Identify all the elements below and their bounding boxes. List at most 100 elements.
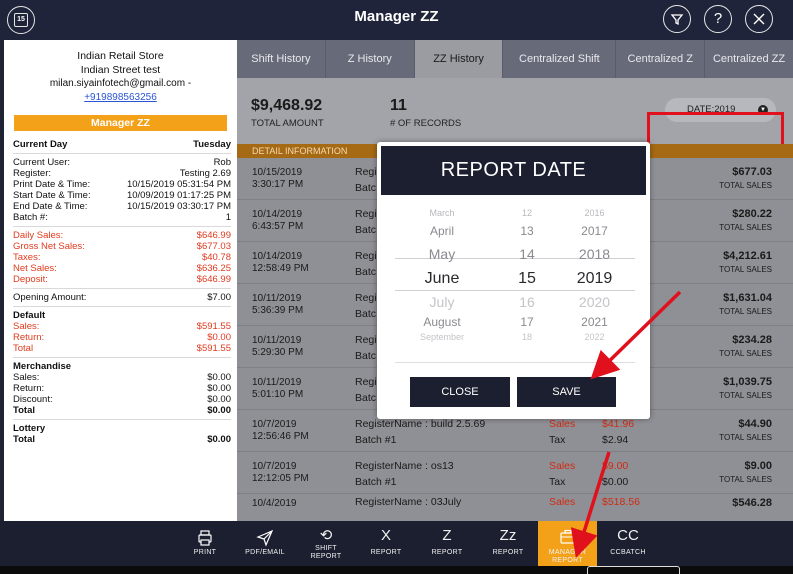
year-option[interactable]: 2021: [562, 315, 627, 329]
sales-label: Net Sales:: [13, 263, 57, 274]
info-value: 1: [225, 212, 231, 223]
divider: [13, 357, 231, 358]
record-time: 6:43:57 PM: [252, 221, 304, 232]
year-option[interactable]: 2017: [562, 224, 627, 238]
report-receipt-panel: Indian Retail Store Indian Street test m…: [4, 40, 237, 521]
default-row: Total $591.55: [4, 343, 237, 354]
merch-value: $0.00: [207, 383, 231, 394]
batch-number: Batc: [355, 392, 377, 404]
ccbatch-button[interactable]: CC CCBATCH: [606, 521, 650, 566]
total-label: TOTAL SALES: [719, 223, 772, 232]
close-button[interactable]: [745, 5, 773, 33]
close-icon: [752, 13, 766, 30]
record-sales-labels: Sales Tax: [549, 416, 575, 448]
tab-shift-history[interactable]: Shift History: [237, 40, 326, 78]
day-option[interactable]: 12: [507, 208, 547, 218]
record-total: $234.28 TOTAL SALES: [719, 334, 772, 358]
year-option[interactable]: 2020: [562, 294, 627, 310]
merch-row: Sales: $0.00: [4, 372, 237, 383]
zz-report-button[interactable]: Zz REPORT: [486, 521, 530, 566]
info-row: Register: Testing 2.69: [4, 168, 237, 179]
register-name: Regi: [355, 292, 377, 304]
shift-report-button[interactable]: ⟲ SHIFT REPORT: [304, 521, 348, 566]
manager-report-label: MANAGER REPORT: [548, 549, 587, 564]
month-option-selected[interactable]: June: [402, 270, 482, 288]
year-option[interactable]: 2016: [562, 208, 627, 218]
pdf-email-button[interactable]: PDF/EMAIL: [238, 521, 292, 566]
month-option[interactable]: May: [402, 246, 482, 262]
sales-row: Deposit: $646.99: [4, 274, 237, 285]
help-button[interactable]: ?: [704, 5, 732, 33]
day-option[interactable]: 16: [507, 294, 547, 310]
manager-report-button[interactable]: MANAGER REPORT: [538, 521, 597, 566]
month-option[interactable]: July: [402, 294, 482, 310]
total-label: TOTAL SALES: [719, 433, 772, 442]
year-option-selected[interactable]: 2019: [562, 270, 627, 288]
x-report-label: REPORT: [370, 549, 402, 556]
tab-zz-history[interactable]: ZZ History: [414, 40, 504, 78]
day-option[interactable]: 18: [507, 332, 547, 342]
printer-icon: [183, 525, 227, 549]
tab-z-history[interactable]: Z History: [326, 40, 415, 78]
total-value: $1,631.04: [723, 292, 772, 304]
day-option[interactable]: 17: [507, 315, 547, 329]
sales-row: Net Sales: $636.25: [4, 263, 237, 274]
record-datetime: 10/11/2019 5:36:39 PM: [252, 293, 303, 317]
month-option[interactable]: September: [402, 332, 482, 342]
dialog-divider: [395, 362, 635, 363]
sales-value: $646.99: [196, 274, 231, 285]
record-sales-labels: Sales Tax: [549, 458, 575, 490]
print-button[interactable]: PRINT: [183, 521, 227, 566]
info-label: Current User:: [13, 157, 71, 168]
send-icon: [238, 525, 292, 549]
record-register: Regi Batc: [355, 374, 377, 406]
date-picker[interactable]: March April May June July August September 12 1…: [402, 208, 634, 348]
batch-number: Batc: [355, 266, 377, 278]
day-option-selected[interactable]: 15: [507, 270, 547, 288]
record-register: RegisterName : 03July: [355, 494, 461, 510]
batch-number: Batch #1: [355, 476, 397, 488]
year-option[interactable]: 2018: [562, 246, 627, 262]
ccbatch-label: CCBATCH: [610, 549, 646, 556]
save-button[interactable]: SAVE: [517, 377, 616, 407]
record-row[interactable]: 10/7/2019 12:12:05 PM RegisterName : os13…: [237, 452, 793, 494]
z-report-icon: Z: [442, 527, 452, 544]
close-button[interactable]: CLOSE: [410, 377, 510, 407]
z-report-button[interactable]: Z REPORT: [425, 521, 469, 566]
store-street: Indian Street test: [80, 64, 161, 76]
record-total: $1,631.04 TOTAL SALES: [719, 292, 772, 316]
record-register: Regi Batc: [355, 206, 377, 238]
info-row: Start Date & Time: 10/09/2019 01:17:25 PM: [4, 190, 237, 201]
month-option[interactable]: April: [402, 224, 482, 238]
month-option[interactable]: March: [402, 208, 482, 218]
record-datetime: 10/11/2019 5:29:30 PM: [252, 335, 303, 359]
tab-centralized-z[interactable]: Centralized Z: [616, 40, 706, 78]
info-section: Current User: Rob Register: Testing 2.69 P…: [4, 157, 237, 223]
total-amount-label: TOTAL AMOUNT: [251, 118, 324, 129]
sales-value: $646.99: [196, 230, 231, 241]
merch-total-label: Total: [13, 405, 35, 416]
tab-centralized-zz[interactable]: Centralized ZZ: [705, 40, 793, 78]
total-value: $4,212.61: [723, 250, 772, 262]
divider: [13, 288, 231, 289]
divider: [13, 226, 231, 227]
sales-row: Daily Sales: $646.99: [4, 230, 237, 241]
store-phone-link[interactable]: +919898563256: [4, 91, 237, 105]
record-date: 10/11/2019: [252, 293, 302, 304]
records-count: 11: [390, 97, 407, 114]
register-name: Regi: [355, 208, 377, 220]
sales-label: Gross Net Sales:: [13, 241, 85, 252]
year-option[interactable]: 2022: [562, 332, 627, 342]
sales-value: $636.25: [196, 263, 231, 274]
x-report-button[interactable]: X REPORT: [364, 521, 408, 566]
record-date: 10/14/2019: [252, 251, 303, 262]
day-option[interactable]: 14: [507, 246, 547, 262]
merch-row: Discount: $0.00: [4, 394, 237, 405]
month-option[interactable]: August: [402, 315, 482, 329]
sales-label: Taxes:: [13, 252, 41, 263]
record-row[interactable]: 10/4/2019 RegisterName : 03July Sales $5…: [237, 494, 793, 514]
tab-centralized-shift[interactable]: Centralized Shift: [503, 40, 617, 78]
filter-button[interactable]: [663, 5, 691, 33]
register-name: RegisterName : os13: [355, 460, 454, 472]
day-option[interactable]: 13: [507, 224, 547, 238]
